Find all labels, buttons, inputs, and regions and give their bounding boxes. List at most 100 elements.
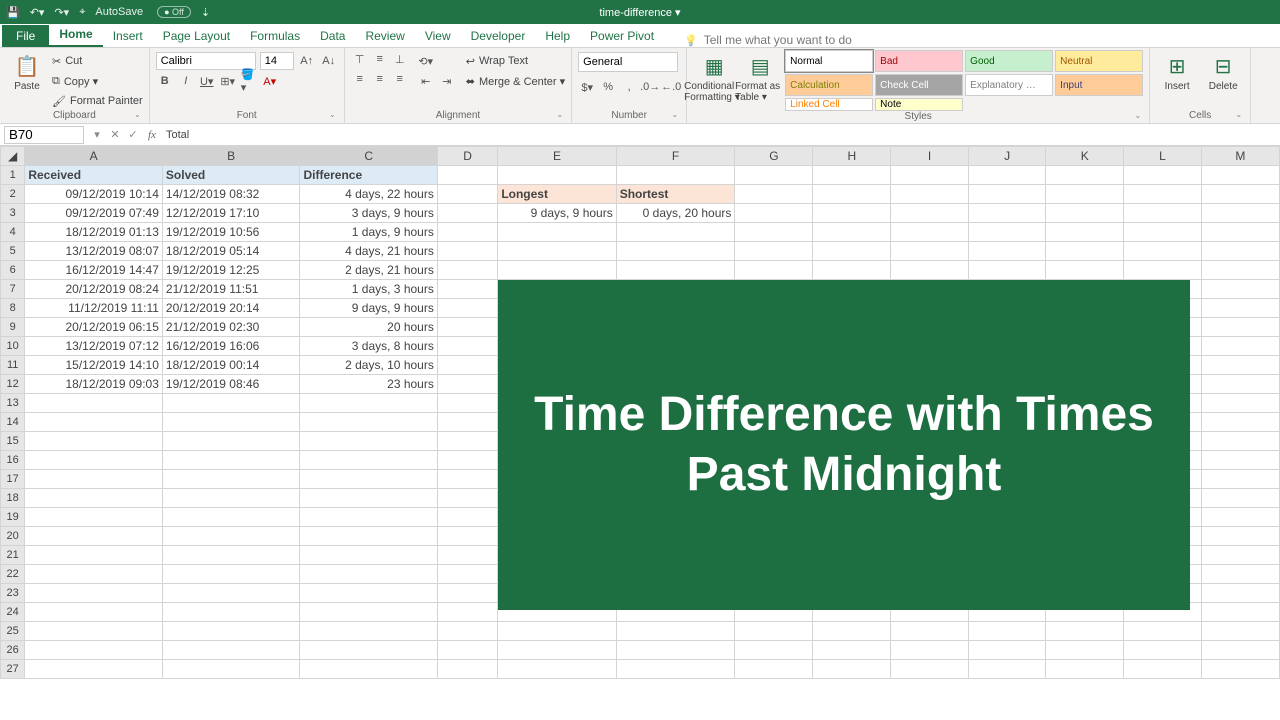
- tab-home[interactable]: Home: [49, 23, 102, 47]
- cell[interactable]: [162, 470, 300, 489]
- cell[interactable]: [300, 394, 437, 413]
- cell[interactable]: [1201, 641, 1279, 660]
- column-header[interactable]: H: [813, 147, 891, 166]
- cell[interactable]: [1046, 622, 1124, 641]
- cell[interactable]: [1201, 166, 1279, 185]
- cell[interactable]: Solved: [162, 166, 300, 185]
- cell[interactable]: 20/12/2019 20:14: [162, 299, 300, 318]
- row-header[interactable]: 8: [1, 299, 25, 318]
- cell[interactable]: [437, 660, 497, 679]
- row-header[interactable]: 7: [1, 280, 25, 299]
- cell-style-option[interactable]: Explanatory …: [965, 74, 1053, 96]
- cell[interactable]: [1124, 242, 1202, 261]
- format-as-table-button[interactable]: ▤ Format as Table ▾: [739, 50, 781, 103]
- fx-icon[interactable]: fx: [148, 129, 156, 141]
- row-header[interactable]: 18: [1, 489, 25, 508]
- cell[interactable]: [437, 603, 497, 622]
- cell[interactable]: [735, 166, 813, 185]
- cell[interactable]: [1124, 641, 1202, 660]
- cell[interactable]: [25, 413, 163, 432]
- cell[interactable]: 19/12/2019 08:46: [162, 375, 300, 394]
- cell[interactable]: [1201, 432, 1279, 451]
- cell-style-option[interactable]: Check Cell: [875, 74, 963, 96]
- cell[interactable]: [437, 280, 497, 299]
- cell[interactable]: [616, 660, 735, 679]
- cell[interactable]: [1124, 204, 1202, 223]
- cell[interactable]: 14/12/2019 08:32: [162, 185, 300, 204]
- cell[interactable]: [1201, 375, 1279, 394]
- cell[interactable]: 1 days, 9 hours: [300, 223, 437, 242]
- cell[interactable]: 9 days, 9 hours: [300, 299, 437, 318]
- delete-cells-button[interactable]: ⊟ Delete: [1202, 50, 1244, 92]
- align-right-icon[interactable]: ≡: [391, 70, 409, 88]
- cell[interactable]: 09/12/2019 07:49: [25, 204, 163, 223]
- row-header[interactable]: 6: [1, 261, 25, 280]
- comma-format-icon[interactable]: ,: [620, 78, 638, 96]
- cell[interactable]: [891, 660, 969, 679]
- cell[interactable]: [437, 261, 497, 280]
- font-color-button[interactable]: A▾: [261, 72, 279, 90]
- align-top-icon[interactable]: ⊤: [351, 50, 369, 68]
- insert-cells-button[interactable]: ⊞ Insert: [1156, 50, 1198, 92]
- align-center-icon[interactable]: ≡: [371, 70, 389, 88]
- undo-icon[interactable]: ↶▾: [30, 6, 45, 19]
- cell[interactable]: [1201, 489, 1279, 508]
- cell[interactable]: [1201, 337, 1279, 356]
- decrease-font-icon[interactable]: A↓: [320, 52, 338, 70]
- cell[interactable]: [813, 223, 891, 242]
- cell[interactable]: [968, 204, 1046, 223]
- cell[interactable]: [1201, 223, 1279, 242]
- tab-page-layout[interactable]: Page Layout: [153, 25, 240, 47]
- row-header[interactable]: 19: [1, 508, 25, 527]
- cell[interactable]: [813, 166, 891, 185]
- cell[interactable]: [735, 185, 813, 204]
- italic-button[interactable]: I: [177, 72, 195, 90]
- cell[interactable]: [25, 660, 163, 679]
- tab-formulas[interactable]: Formulas: [240, 25, 310, 47]
- cell[interactable]: [1201, 261, 1279, 280]
- cell[interactable]: [498, 641, 616, 660]
- cell[interactable]: [891, 242, 969, 261]
- cell[interactable]: 20/12/2019 06:15: [25, 318, 163, 337]
- cell[interactable]: [437, 432, 497, 451]
- save-icon[interactable]: 💾: [6, 6, 20, 19]
- cell[interactable]: [1201, 394, 1279, 413]
- cell[interactable]: 23 hours: [300, 375, 437, 394]
- select-all-corner[interactable]: ◢: [1, 147, 25, 166]
- cell[interactable]: 1 days, 3 hours: [300, 280, 437, 299]
- cell-style-option[interactable]: Input: [1055, 74, 1143, 96]
- cell[interactable]: [1201, 280, 1279, 299]
- cell[interactable]: [1201, 356, 1279, 375]
- fbar-dropdown-icon[interactable]: ▾: [88, 128, 106, 141]
- cell[interactable]: [891, 622, 969, 641]
- cell[interactable]: [25, 603, 163, 622]
- cell[interactable]: [437, 641, 497, 660]
- column-header[interactable]: F: [616, 147, 735, 166]
- cell[interactable]: 11/12/2019 11:11: [25, 299, 163, 318]
- cell[interactable]: [437, 223, 497, 242]
- wrap-text-button[interactable]: ↩ Wrap Text: [466, 52, 565, 70]
- cell[interactable]: [735, 204, 813, 223]
- cell[interactable]: [1046, 641, 1124, 660]
- cell[interactable]: [162, 603, 300, 622]
- cell[interactable]: [1046, 223, 1124, 242]
- fill-color-button[interactable]: 🪣▾: [240, 72, 258, 90]
- cell[interactable]: [498, 166, 616, 185]
- column-header[interactable]: E: [498, 147, 616, 166]
- cell[interactable]: [1201, 318, 1279, 337]
- tab-help[interactable]: Help: [535, 25, 580, 47]
- cell[interactable]: [891, 641, 969, 660]
- row-header[interactable]: 21: [1, 546, 25, 565]
- cell[interactable]: [437, 584, 497, 603]
- cell[interactable]: 15/12/2019 14:10: [25, 356, 163, 375]
- column-header[interactable]: M: [1201, 147, 1279, 166]
- cell[interactable]: [25, 451, 163, 470]
- cell[interactable]: [1201, 451, 1279, 470]
- cell[interactable]: [968, 641, 1046, 660]
- cell[interactable]: [437, 375, 497, 394]
- borders-button[interactable]: ⊞▾: [219, 72, 237, 90]
- cell[interactable]: [300, 584, 437, 603]
- tell-me-search[interactable]: Tell me what you want to do: [684, 33, 852, 47]
- row-header[interactable]: 24: [1, 603, 25, 622]
- cell-style-option[interactable]: Note: [875, 98, 963, 111]
